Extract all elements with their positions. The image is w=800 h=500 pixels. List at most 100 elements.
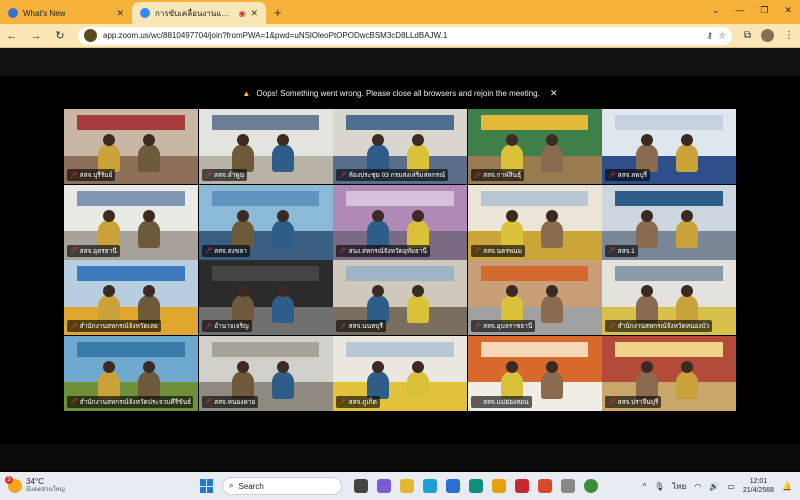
participant-video-tile[interactable]: 🎤︎ สำนักงานสหกรณ์จังหวัดหนองบัว [602, 260, 736, 336]
close-window-button[interactable]: ✕ [784, 5, 792, 16]
video-banner [615, 341, 723, 357]
participant-video-tile[interactable]: 🎤︎ สสจ.ปราจีนบุรี [602, 335, 736, 411]
participant-figure [541, 209, 564, 248]
participant-video-tile[interactable]: 🎤︎ สสจ.สงขลา [198, 184, 333, 260]
participant-video-tile[interactable]: 🎤︎ สำนักงานสหกรณ์จังหวัดประจวบคีรีขันธ์ [64, 335, 198, 411]
close-tab-icon[interactable]: ✕ [116, 8, 124, 19]
participant-video-tile[interactable]: 🎤︎ สสจ.กาฬสินธุ์ [467, 109, 602, 184]
participant-video-tile[interactable]: 🎤︎ สสจ.แม่ฮ่องสอน [467, 335, 602, 411]
participant-name-tag: 🎤︎ สสจ.แม่ฮ่องสอน [470, 395, 532, 408]
weather-widget[interactable]: 3 34°C มีแดดส่วนใหญ่ [5, 476, 148, 495]
participant-video-tile[interactable]: 🎤︎ สสจ.อุบลราชธานี [467, 260, 602, 336]
app-icon[interactable] [492, 479, 506, 493]
battery-icon[interactable]: ▭ [727, 482, 735, 491]
taskbar-search-input[interactable]: ⌕ Search [222, 477, 342, 495]
participant-name-tag: 🎤︎ สสจ.ปราจีนบุรี [605, 395, 662, 408]
participant-name: สสจ.หนองคาย [214, 398, 256, 406]
participant-video-tile[interactable]: 🎤︎ สนง.สหกรณ์จังหวัดอุทัยธานี [333, 184, 467, 260]
participant-figure [675, 285, 698, 324]
participant-figure [675, 209, 698, 248]
participant-video-tile[interactable]: 🎤︎ สำนักงานสหกรณ์จังหวัดเลย [64, 260, 198, 336]
close-banner-icon[interactable]: ✕ [550, 88, 558, 98]
app-icon[interactable] [538, 479, 552, 493]
participant-name-tag: 🎤︎ ห้องประชุม 03 กรมส่งเสริมสหกรณ์ [336, 169, 449, 181]
app-icon[interactable] [561, 479, 575, 493]
participant-name: สสจ.ปราจีนบุรี [617, 398, 659, 406]
error-message: Oops! Something went wrong. Please close… [256, 89, 540, 98]
participant-name-tag: 🎤︎ สสจ.1 [605, 244, 638, 257]
participant-name: สสจ.ภูเก็ต [348, 398, 377, 406]
participant-video-tile[interactable]: 🎤︎ ห้องประชุม 03 กรมส่งเสริมสหกรณ์ [333, 109, 467, 184]
volume-icon[interactable]: 🔊 [709, 482, 719, 491]
security-app-icon[interactable] [515, 479, 529, 493]
participant-video-tile[interactable]: 🎤︎ สสจ.อุดรธานี [64, 184, 198, 260]
wifi-icon[interactable]: ◠ [694, 482, 701, 491]
participant-figure [501, 285, 523, 324]
notification-bell-icon[interactable]: 🔔 [782, 482, 792, 491]
bookmark-star-icon[interactable]: ☆ [719, 31, 726, 40]
tab-whats-new[interactable]: What's New ✕ [0, 2, 132, 24]
close-tab-icon[interactable]: ✕ [250, 8, 258, 19]
muted-mic-icon: 🎤︎ [608, 172, 616, 179]
video-banner [77, 115, 185, 130]
participant-figure [635, 209, 658, 248]
participant-figure [675, 360, 698, 399]
minimize-button[interactable]: — [735, 5, 744, 16]
chevron-down-icon[interactable]: ⌄ [712, 5, 720, 16]
menu-dots-icon[interactable]: ⋮ [784, 30, 794, 41]
video-banner [77, 341, 185, 357]
warning-icon: ▲ [242, 89, 251, 98]
video-banner [346, 190, 454, 206]
reload-button[interactable]: ↻ [54, 29, 66, 42]
participant-video-tile[interactable]: 🎤︎ สสจ.ลพบุรี [602, 109, 736, 184]
participant-video-tile[interactable]: 🎤︎ สสจ.ลำพูน [198, 109, 333, 184]
participant-figure [232, 360, 254, 399]
meeting-top-bar [0, 48, 800, 76]
clock[interactable]: 12:01 21/4/2568 [743, 477, 774, 495]
participant-video-tile[interactable]: 🎤︎ สสจ.นนทบุรี [333, 260, 467, 336]
extensions-icon[interactable]: ⧉ [744, 30, 751, 41]
forward-button[interactable]: → [30, 30, 42, 42]
participant-video-tile[interactable]: 🎤︎ สสจ.นครพนม [467, 184, 602, 260]
file-explorer-icon[interactable] [400, 479, 414, 493]
browser-tab-strip: What's New ✕ การขับเคลื่อนงานและเฝ้าระวั… [0, 0, 800, 24]
video-banner [346, 266, 454, 282]
task-view-icon[interactable] [354, 479, 368, 493]
participant-name-tag: 🎤︎ อำนาจเจริญ [201, 320, 252, 333]
participant-video-tile[interactable]: 🎤︎ สสจ.1 [602, 184, 736, 260]
weather-temp: 34°C [26, 477, 44, 486]
edge-icon[interactable] [423, 479, 437, 493]
muted-mic-icon: 🎤︎ [70, 399, 78, 406]
app-icon[interactable] [469, 479, 483, 493]
chevron-up-icon[interactable]: ^ [642, 482, 646, 491]
muted-mic-icon: 🎤︎ [339, 172, 347, 179]
participant-name: สสจ.ลำพูน [214, 172, 245, 179]
participant-video-tile[interactable]: 🎤︎ สสจ.ภูเก็ต [333, 335, 467, 411]
site-info-icon[interactable] [84, 29, 97, 42]
tab-zoom-meeting[interactable]: การขับเคลื่อนงานและเฝ้าระวังการ ◉ ✕ [132, 2, 266, 24]
muted-mic-icon: 🎤︎ [204, 248, 213, 255]
participant-video-tile[interactable]: 🎤︎ สสจ.บุรีรัมย์ [64, 109, 198, 184]
new-tab-button[interactable]: + [274, 5, 282, 20]
participant-video-tile[interactable]: 🎤︎ อำนาจเจริญ [198, 260, 333, 336]
microphone-icon[interactable]: 🎙 [654, 482, 664, 491]
video-banner [346, 341, 454, 357]
muted-mic-icon: 🎤︎ [608, 323, 616, 330]
error-banner: ▲ Oops! Something went wrong. Please clo… [0, 88, 800, 99]
restore-button[interactable]: ❐ [760, 5, 768, 16]
url-input[interactable]: app.zoom.us/wc/8810497704/join?fromPWA=1… [78, 26, 732, 45]
participant-name-tag: 🎤︎ สสจ.ลำพูน [201, 169, 248, 181]
language-indicator[interactable]: ไทย [672, 480, 686, 493]
copilot-icon[interactable] [377, 479, 391, 493]
store-icon[interactable] [446, 479, 460, 493]
back-button[interactable]: ← [6, 30, 18, 42]
windows-start-icon[interactable] [200, 479, 214, 493]
muted-mic-icon: 🎤︎ [473, 248, 482, 255]
profile-avatar[interactable] [761, 29, 774, 42]
chrome-taskbar-icon[interactable] [584, 479, 598, 493]
url-text[interactable]: app.zoom.us/wc/8810497704/join?fromPWA=1… [103, 31, 701, 40]
participant-video-tile[interactable]: 🎤︎ สสจ.หนองคาย [198, 335, 333, 411]
participant-figure [97, 360, 120, 399]
participant-figure [366, 209, 389, 248]
password-key-icon[interactable]: ⚷ [707, 31, 713, 40]
